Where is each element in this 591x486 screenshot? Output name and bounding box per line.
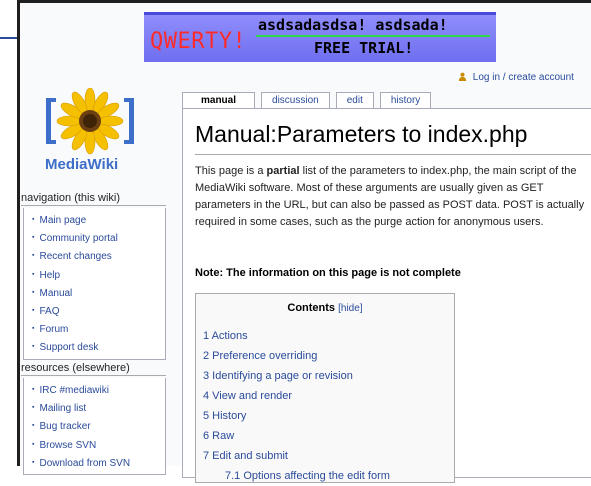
resources-portlet: IRC #mediawiki Mailing list Bug tracker … — [23, 378, 166, 476]
tab-history[interactable]: history — [379, 92, 432, 108]
toc-heading: Contents [hide] — [196, 302, 454, 314]
sunflower-icon — [46, 87, 134, 155]
sidebar-item-faq[interactable]: FAQ — [32, 302, 165, 320]
toc-item[interactable]: 1 Actions — [203, 326, 390, 346]
resources-heading: resources (elsewhere) — [21, 362, 166, 376]
tab-edit[interactable]: edit — [335, 92, 374, 108]
page-title: Manual:Parameters to index.php — [195, 121, 528, 147]
intro-text-start: This page is a — [195, 165, 267, 177]
sidebar-item-forum[interactable]: Forum — [32, 320, 165, 338]
content-area: Manual:Parameters to index.php This page… — [182, 108, 591, 483]
sidebar-item-support-desk[interactable]: Support desk — [32, 338, 165, 356]
sidebar-item-irc[interactable]: IRC #mediawiki — [32, 381, 165, 399]
ad-subline: FREE TRIAL! — [314, 39, 414, 57]
sidebar-item-mailing-list[interactable]: Mailing list — [32, 399, 165, 417]
page-tabs: manual discussion edit history — [182, 92, 432, 108]
navigation-heading: navigation (this wiki) — [21, 192, 166, 206]
toc-item[interactable]: 6 Raw — [203, 426, 390, 446]
toc-item[interactable]: 4 View and render — [203, 386, 390, 406]
ad-logo: QWERTY! — [150, 29, 247, 54]
logo-text: MediaWiki — [45, 156, 119, 173]
ad-banner[interactable]: QWERTY! asdsadasdsa! asdsada! FREE TRIAL… — [144, 12, 496, 62]
sidebar-item-recent-changes[interactable]: Recent changes — [32, 247, 165, 265]
ad-headline: asdsadasdsa! asdsada! — [258, 16, 448, 34]
sidebar-item-bug-tracker[interactable]: Bug tracker — [32, 417, 165, 435]
intro-paragraph: This page is a partial list of the param… — [195, 163, 591, 231]
sidebar-item-browse-svn[interactable]: Browse SVN — [32, 436, 165, 454]
title-divider — [195, 154, 591, 155]
intro-bold-word: partial — [266, 165, 300, 177]
ad-underline — [256, 35, 490, 37]
toc-item[interactable]: 5 History — [203, 406, 390, 426]
personal-tools: Log in / create account — [458, 72, 574, 83]
tab-manual[interactable]: manual — [182, 92, 256, 108]
sidebar-item-manual[interactable]: Manual — [32, 284, 165, 302]
sidebar-item-main-page[interactable]: Main page — [32, 211, 165, 229]
toc-item[interactable]: 7 Edit and submit — [203, 446, 390, 466]
toc-item[interactable]: 2 Preference overriding — [203, 346, 390, 366]
toc-item[interactable]: 3 Identifying a page or revision — [203, 366, 390, 386]
toc-subitem[interactable]: 7.1 Options affecting the edit form — [203, 466, 390, 486]
table-of-contents: Contents [hide] 1 Actions 2 Preference o… — [195, 293, 455, 483]
navigation-portlet: Main page Community portal Recent change… — [23, 208, 166, 360]
user-icon — [458, 72, 470, 83]
toc-title: Contents — [287, 302, 336, 314]
sidebar-item-download-svn[interactable]: Download from SVN — [32, 454, 165, 472]
toc-hide-link[interactable]: [hide] — [338, 303, 362, 314]
sidebar-item-community-portal[interactable]: Community portal — [32, 229, 165, 247]
login-link[interactable]: Log in / create account — [473, 72, 574, 83]
sidebar-item-help[interactable]: Help — [32, 266, 165, 284]
incomplete-note: Note: The information on this page is no… — [195, 267, 461, 279]
toc-list: 1 Actions 2 Preference overriding 3 Iden… — [203, 326, 390, 486]
tab-discussion[interactable]: discussion — [261, 92, 330, 108]
